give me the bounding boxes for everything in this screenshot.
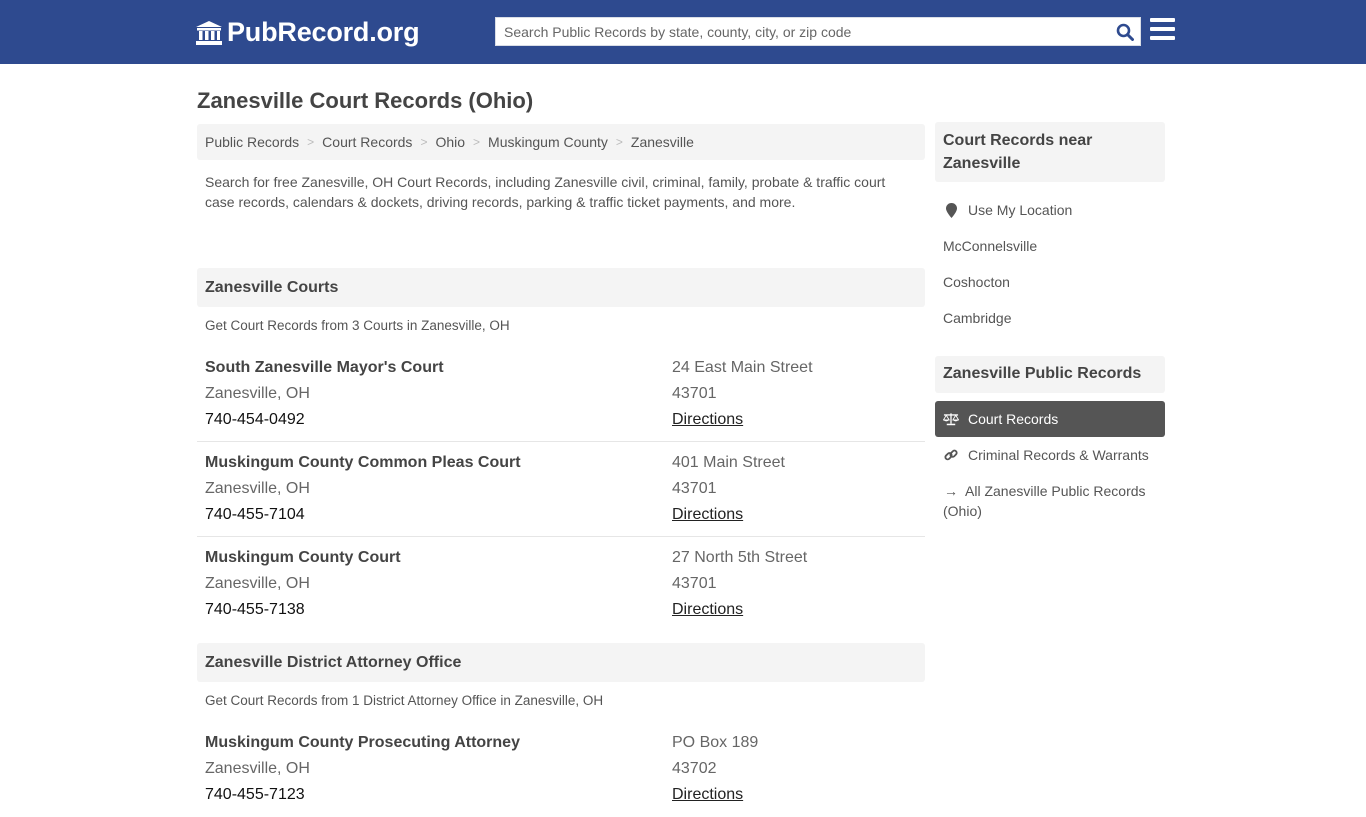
breadcrumb-public-records[interactable]: Public Records (205, 134, 299, 150)
court-phone[interactable]: 740-455-7138 (205, 597, 672, 623)
nearby-title: Court Records near Zanesville (935, 122, 1165, 182)
court-phone[interactable]: 740-454-0492 (205, 407, 672, 433)
attorney-entry: Muskingum County Prosecuting Attorney Za… (197, 722, 925, 817)
attorney-phone[interactable]: 740-455-7123 (205, 782, 672, 808)
sidebar-link-label: All Zanesville Public Records (Ohio) (943, 483, 1146, 519)
court-name[interactable]: Muskingum County Court (205, 545, 672, 571)
attorney-zip: 43702 (672, 760, 717, 777)
use-my-location-label: Use My Location (968, 202, 1073, 218)
site-logo[interactable]: PubRecord.org (195, 17, 420, 48)
court-entry: South Zanesville Mayor's Court Zanesvill… (197, 347, 925, 442)
search-icon (1116, 23, 1134, 41)
section-title-district-attorney: Zanesville District Attorney Office (197, 643, 925, 682)
nearby-link-coshocton[interactable]: Coshocton (935, 264, 1165, 300)
section-subtitle-courts: Get Court Records from 3 Courts in Zanes… (205, 318, 510, 333)
page-title: Zanesville Court Records (Ohio) (197, 88, 534, 113)
public-records-title: Zanesville Public Records (935, 356, 1165, 393)
court-zip: 43701 (672, 385, 717, 402)
directions-link[interactable]: Directions (672, 411, 743, 428)
court-entry: Muskingum County Court Zanesville, OH 74… (197, 537, 925, 643)
court-address: 401 Main Street (672, 454, 785, 471)
breadcrumb-separator: > (307, 135, 315, 149)
breadcrumb-muskingum-county[interactable]: Muskingum County (488, 134, 608, 150)
attorney-name[interactable]: Muskingum County Prosecuting Attorney (205, 730, 672, 756)
court-entry: Muskingum County Common Pleas Court Zane… (197, 442, 925, 537)
balance-scale-icon (943, 401, 959, 437)
section-title-courts: Zanesville Courts (197, 268, 925, 307)
use-my-location-link[interactable]: Use My Location (935, 192, 1165, 228)
sidebar: Court Records near Zanesville Use My Loc… (935, 122, 1165, 521)
court-name[interactable]: Muskingum County Common Pleas Court (205, 450, 672, 476)
breadcrumb-court-records[interactable]: Court Records (322, 134, 412, 150)
arrow-right-icon: → (944, 483, 958, 499)
hamburger-menu-icon[interactable] (1150, 18, 1175, 42)
nearby-link-cambridge[interactable]: Cambridge (935, 300, 1165, 336)
court-name[interactable]: South Zanesville Mayor's Court (205, 355, 672, 381)
sidebar-link-label: Court Records (968, 411, 1059, 427)
court-phone[interactable]: 740-455-7104 (205, 502, 672, 528)
section-subtitle-district-attorney: Get Court Records from 1 District Attorn… (205, 693, 604, 708)
sidebar-link-criminal-records[interactable]: Criminal Records & Warrants (935, 437, 1165, 473)
court-zip: 43701 (672, 480, 717, 497)
sidebar-link-all-public-records[interactable]: → All Zanesville Public Records (Ohio) (935, 473, 1165, 521)
breadcrumb-zanesville[interactable]: Zanesville (631, 134, 694, 150)
attorney-address: PO Box 189 (672, 734, 759, 751)
court-city: Zanesville, OH (205, 480, 310, 497)
logo-text: PubRecord.org (227, 17, 420, 47)
directions-link[interactable]: Directions (672, 506, 743, 523)
nearby-link-mcconnelsville[interactable]: McConnelsville (935, 228, 1165, 264)
court-city: Zanesville, OH (205, 385, 310, 402)
breadcrumb-separator: > (615, 135, 623, 149)
breadcrumb-separator: > (420, 135, 428, 149)
courthouse-icon (196, 20, 222, 45)
site-header: PubRecord.org (0, 0, 1366, 64)
court-address: 24 East Main Street (672, 359, 813, 376)
breadcrumb-separator: > (473, 135, 481, 149)
search-input[interactable] (496, 18, 1110, 45)
court-zip: 43701 (672, 575, 717, 592)
directions-link[interactable]: Directions (672, 601, 743, 618)
search-box (495, 17, 1141, 46)
attorney-city: Zanesville, OH (205, 760, 310, 777)
intro-text: Search for free Zanesville, OH Court Rec… (205, 174, 886, 210)
map-marker-icon (943, 192, 959, 228)
breadcrumb: Public Records > Court Records > Ohio > … (197, 124, 925, 160)
court-address: 27 North 5th Street (672, 549, 808, 566)
main-content: Public Records > Court Records > Ohio > … (197, 124, 925, 817)
sidebar-link-label: Criminal Records & Warrants (968, 447, 1149, 463)
breadcrumb-ohio[interactable]: Ohio (435, 134, 465, 150)
link-icon (943, 437, 959, 473)
court-city: Zanesville, OH (205, 575, 310, 592)
search-button[interactable] (1110, 18, 1140, 45)
directions-link[interactable]: Directions (672, 786, 743, 803)
sidebar-link-court-records[interactable]: Court Records (935, 401, 1165, 437)
